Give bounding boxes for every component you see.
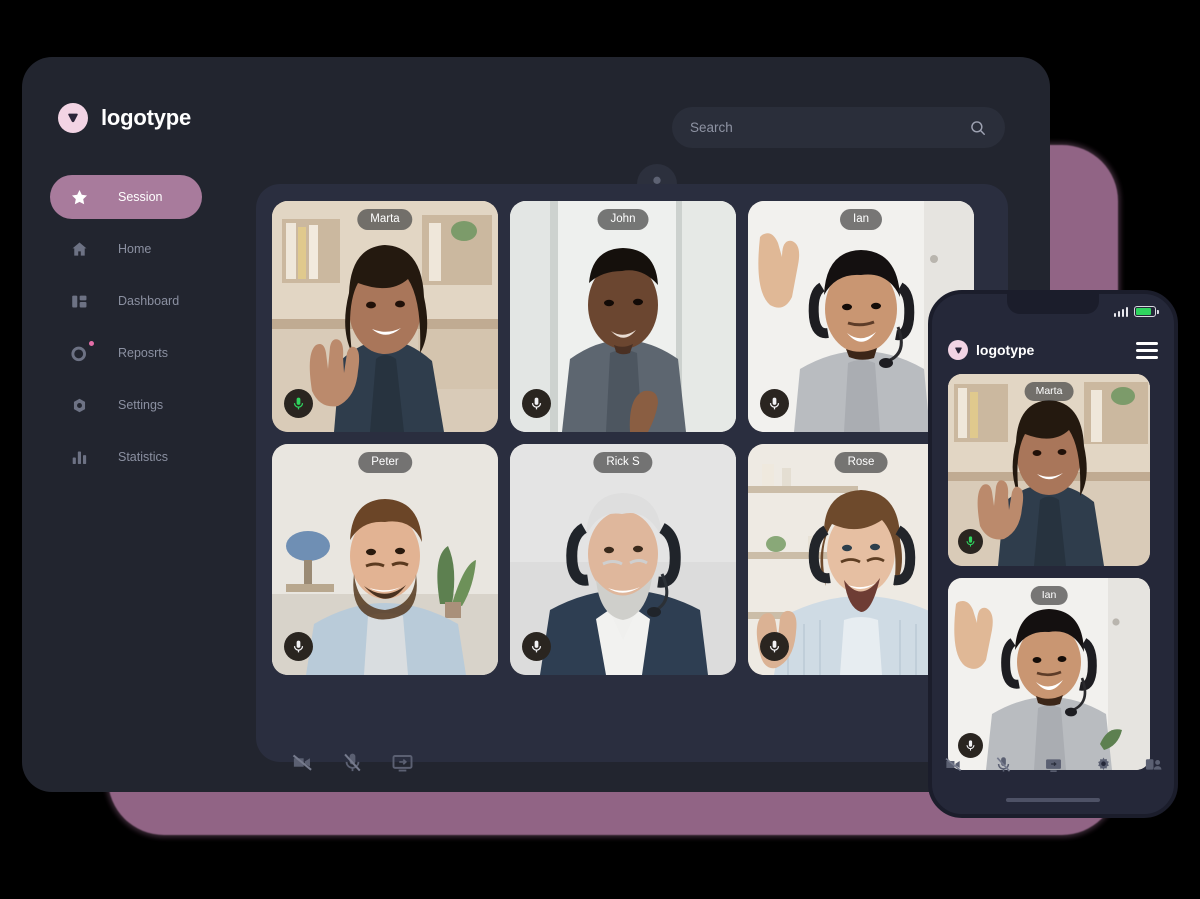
participant-name: Ian <box>840 209 882 230</box>
screen-share-icon[interactable] <box>390 750 414 774</box>
app-header: logotype Search <box>22 57 1050 204</box>
participant-name: Ian <box>1030 586 1068 605</box>
battery-icon <box>1134 306 1159 317</box>
video-tile[interactable]: John <box>510 201 736 432</box>
phone-notch <box>1007 294 1099 314</box>
call-controls <box>290 750 414 774</box>
status-badge <box>89 340 94 346</box>
camera-off-icon[interactable] <box>290 750 314 774</box>
sidebar-item-label: Session <box>118 190 163 204</box>
search-icon[interactable] <box>969 119 987 137</box>
mic-muted-icon[interactable] <box>522 389 551 418</box>
participant-name: Peter <box>358 452 412 473</box>
video-grid: Marta John Ian Peter Rick S Rose <box>272 201 992 675</box>
sidebar-item-label: Reposrts <box>118 346 169 360</box>
star-icon <box>68 188 90 207</box>
mic-muted-icon[interactable] <box>284 632 313 661</box>
video-tile[interactable]: Ian <box>948 578 1150 770</box>
participant-name: Marta <box>1024 382 1074 401</box>
sidebar: Session Home Dashboard Reposrts Settings… <box>22 175 232 487</box>
hamburger-menu-icon[interactable] <box>1136 341 1158 359</box>
call-panel: Marta John Ian Peter Rick S Rose <box>256 184 1008 762</box>
dashboard-icon <box>68 292 90 311</box>
sidebar-item-home[interactable]: Home <box>50 227 202 271</box>
video-tile[interactable]: Marta <box>948 374 1150 566</box>
mic-muted-icon[interactable] <box>958 733 983 758</box>
sidebar-item-label: Statistics <box>118 450 169 464</box>
home-icon <box>68 240 90 259</box>
mic-muted-icon[interactable] <box>760 389 789 418</box>
triangle-logo-icon <box>948 340 968 360</box>
sidebar-item-reports[interactable]: Reposrts <box>50 331 202 375</box>
phone-video-grid: Marta Ian <box>948 374 1150 770</box>
search-bar[interactable]: Search <box>672 107 1005 148</box>
video-tile[interactable]: Marta <box>272 201 498 432</box>
brand-name: logotype <box>976 342 1035 358</box>
phone-brand-logo[interactable]: logotype <box>948 340 1034 360</box>
tablet-window: logotype Search Session Home Dashboard R… <box>22 57 1050 792</box>
statistics-icon <box>68 448 90 467</box>
brand-name: logotype <box>101 105 192 130</box>
sidebar-item-label: Settings <box>118 398 164 412</box>
phone-status-bar <box>1113 306 1159 317</box>
mic-active-icon[interactable] <box>284 389 313 418</box>
reports-icon <box>68 340 94 363</box>
mic-muted-icon[interactable] <box>340 750 364 774</box>
sidebar-item-settings[interactable]: Settings <box>50 383 202 427</box>
participant-name: John <box>597 209 649 230</box>
search-input[interactable]: Search <box>690 120 969 135</box>
video-tile[interactable]: Rick S <box>510 444 736 675</box>
triangle-logo-icon <box>58 103 88 133</box>
phone-header: logotype <box>948 340 1158 360</box>
mic-muted-icon[interactable] <box>522 632 551 661</box>
sidebar-item-session[interactable]: Session <box>50 175 202 219</box>
screen-share-icon[interactable] <box>1041 752 1065 776</box>
participant-name: Rose <box>834 452 888 473</box>
signal-bars-icon <box>1113 306 1128 317</box>
phone-device: logotype Marta Ian <box>928 290 1178 818</box>
camera-off-icon[interactable] <box>941 752 965 776</box>
video-tile[interactable]: Peter <box>272 444 498 675</box>
sidebar-item-statistics[interactable]: Statistics <box>50 435 202 479</box>
phone-home-indicator <box>1006 798 1100 802</box>
sidebar-item-label: Home <box>118 242 152 256</box>
sidebar-item-label: Dashboard <box>118 294 180 308</box>
brand-logo[interactable]: logotype <box>58 103 191 133</box>
gear-icon[interactable] <box>1091 752 1115 776</box>
participants-icon[interactable] <box>1141 752 1165 776</box>
participant-name: Rick S <box>593 452 653 473</box>
mic-active-icon[interactable] <box>958 529 983 554</box>
mic-muted-icon[interactable] <box>991 752 1015 776</box>
participant-name: Marta <box>357 209 413 230</box>
mic-muted-icon[interactable] <box>760 632 789 661</box>
sidebar-item-dashboard[interactable]: Dashboard <box>50 279 202 323</box>
settings-icon <box>68 396 90 415</box>
